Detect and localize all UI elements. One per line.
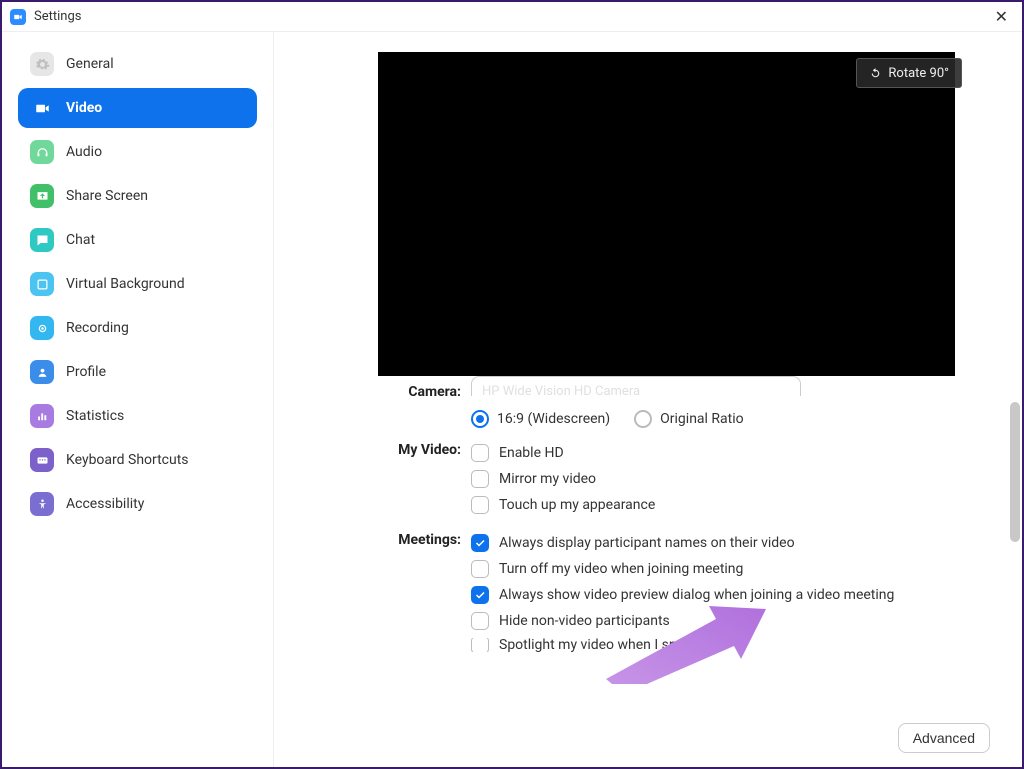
sidebar-item-label: Keyboard Shortcuts [66, 452, 189, 468]
sidebar-item-accessibility[interactable]: Accessibility [18, 484, 257, 524]
video-preview [378, 52, 955, 376]
sidebar-item-label: Accessibility [66, 496, 144, 512]
ratio-original-radio[interactable]: Original Ratio [634, 410, 743, 428]
checkbox-unchecked-icon [471, 444, 489, 462]
sidebar-item-statistics[interactable]: Statistics [18, 396, 257, 436]
video-icon [30, 96, 54, 120]
sidebar-item-recording[interactable]: Recording [18, 308, 257, 348]
sidebar-item-chat[interactable]: Chat [18, 220, 257, 260]
enable-hd-checkbox[interactable]: Enable HD [471, 444, 1012, 462]
checkbox-unchecked-icon [471, 496, 489, 514]
main-panel: Rotate 90° Camera: HP Wide Vision HD Cam… [274, 32, 1022, 767]
sidebar-item-label: Recording [66, 320, 129, 336]
camera-select[interactable]: HP Wide Vision HD Camera [471, 376, 801, 396]
checkbox-checked-icon [471, 534, 489, 552]
checkbox-checked-icon [471, 586, 489, 604]
window-title: Settings [34, 9, 81, 24]
sidebar: General Video Audio Share Screen Chat [2, 32, 274, 767]
sidebar-item-label: Statistics [66, 408, 124, 424]
sidebar-item-label: Virtual Background [66, 276, 185, 292]
sidebar-item-label: Video [66, 100, 102, 116]
checkbox-unchecked-icon [471, 470, 489, 488]
hide-nonvideo-checkbox[interactable]: Hide non-video participants [471, 612, 1012, 630]
turnoff-video-joining-checkbox[interactable]: Turn off my video when joining meeting [471, 560, 1012, 578]
my-video-label: My Video: [378, 434, 471, 458]
show-preview-dialog-checkbox[interactable]: Always show video preview dialog when jo… [471, 586, 1012, 604]
sidebar-item-label: General [66, 56, 114, 72]
touchup-checkbox[interactable]: Touch up my appearance [471, 496, 1012, 514]
profile-icon [30, 360, 54, 384]
close-button[interactable]: ✕ [989, 7, 1014, 26]
sidebar-item-share-screen[interactable]: Share Screen [18, 176, 257, 216]
sidebar-item-keyboard-shortcuts[interactable]: Keyboard Shortcuts [18, 440, 257, 480]
meetings-label: Meetings: [378, 524, 471, 548]
always-display-names-checkbox[interactable]: Always display participant names on thei… [471, 534, 1012, 552]
checkbox-unchecked-icon [471, 612, 489, 630]
sidebar-item-label: Profile [66, 364, 106, 380]
record-icon [30, 316, 54, 340]
stats-icon [30, 404, 54, 428]
titlebar: Settings ✕ [2, 2, 1022, 32]
headphones-icon [30, 140, 54, 164]
share-screen-icon [30, 184, 54, 208]
radio-checked-icon [471, 410, 489, 428]
ratio-widescreen-radio[interactable]: 16:9 (Widescreen) [471, 410, 610, 428]
sidebar-item-audio[interactable]: Audio [18, 132, 257, 172]
app-icon [10, 9, 26, 25]
keyboard-icon [30, 448, 54, 472]
advanced-button[interactable]: Advanced [898, 723, 990, 753]
virtual-background-icon [30, 272, 54, 296]
scrollbar[interactable] [1010, 402, 1020, 542]
sidebar-item-profile[interactable]: Profile [18, 352, 257, 392]
sidebar-item-label: Chat [66, 232, 95, 248]
radio-unchecked-icon [634, 410, 652, 428]
chat-icon [30, 228, 54, 252]
checkbox-unchecked-icon [471, 560, 489, 578]
gear-icon [30, 52, 54, 76]
sidebar-item-virtual-background[interactable]: Virtual Background [18, 264, 257, 304]
sidebar-item-general[interactable]: General [18, 44, 257, 84]
rotate-icon [869, 67, 882, 80]
sidebar-item-label: Audio [66, 144, 102, 160]
spotlight-checkbox[interactable]: Spotlight my video when I speak [471, 638, 1012, 652]
camera-label: Camera: [378, 376, 471, 396]
checkbox-unchecked-icon [471, 638, 489, 652]
sidebar-item-label: Share Screen [66, 188, 148, 204]
accessibility-icon [30, 492, 54, 516]
rotate-button[interactable]: Rotate 90° [856, 58, 962, 88]
mirror-video-checkbox[interactable]: Mirror my video [471, 470, 1012, 488]
rotate-label: Rotate 90° [888, 66, 949, 81]
sidebar-item-video[interactable]: Video [18, 88, 257, 128]
